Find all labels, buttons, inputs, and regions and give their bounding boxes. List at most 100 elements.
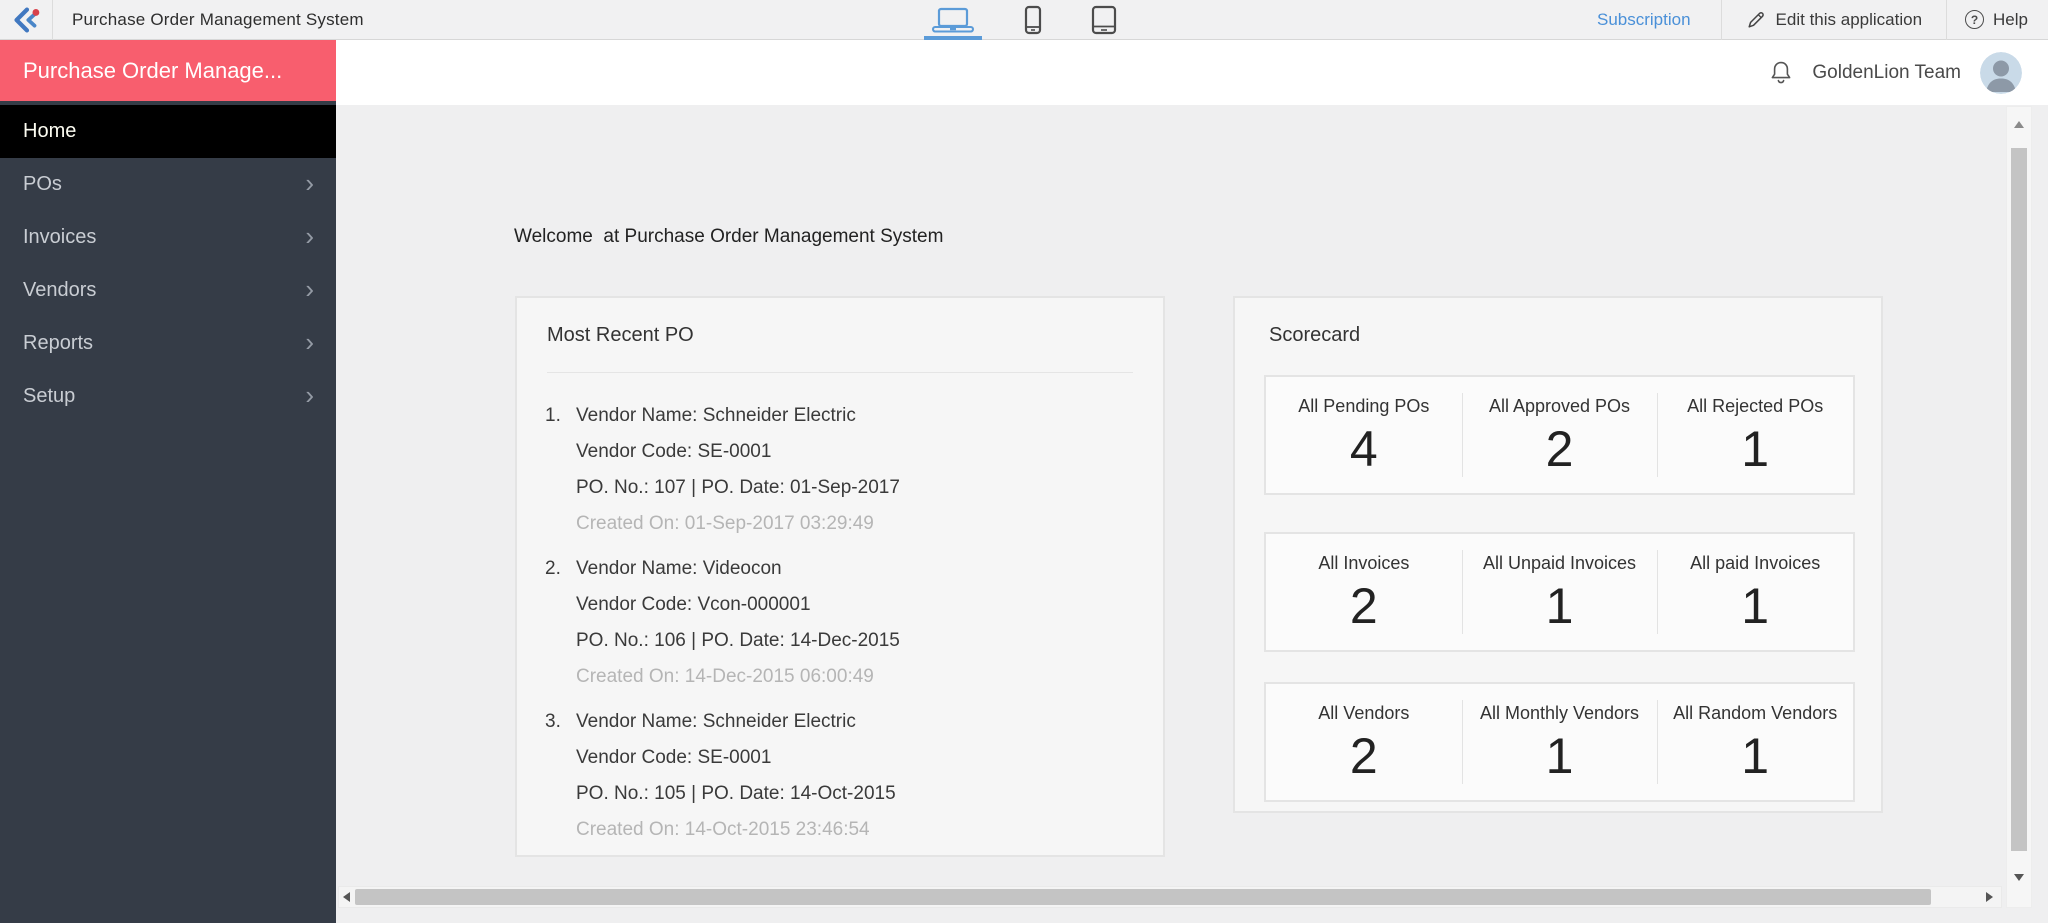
scorecard-row-pos: All Pending POs 4 All Approved POs 2 All…: [1264, 375, 1855, 495]
po-vendor-code: Vendor Code: SE-0001: [576, 441, 772, 462]
help-button[interactable]: ? Help: [1947, 10, 2048, 30]
vertical-scrollbar-thumb[interactable]: [2011, 148, 2027, 851]
topbar-actions: Subscription Edit this application ? Hel…: [1567, 0, 2048, 40]
po-vendor-name: Vendor Name: Videocon: [576, 558, 782, 579]
laptop-preview-button[interactable]: [922, 0, 984, 40]
chevron-right-icon: ›: [305, 167, 314, 198]
notification-bell-icon[interactable]: [1769, 59, 1793, 86]
card-divider: [547, 372, 1133, 373]
sidebar-item-pos[interactable]: POs ›: [0, 158, 336, 211]
po-entry-body: Vendor Name: Videocon Vendor Code: Vcon-…: [576, 551, 900, 695]
scorecard-value: 4: [1349, 421, 1378, 477]
sidebar-item-label: Home: [23, 120, 77, 142]
scorecard-label: All Monthly Vendors: [1479, 703, 1640, 723]
help-label: Help: [1993, 9, 2028, 29]
scorecard-cell: All Monthly Vendors 1: [1461, 684, 1658, 800]
pencil-icon: [1747, 11, 1764, 28]
po-entry-body: Vendor Name: Schneider Electric Vendor C…: [576, 704, 896, 848]
sidebar-item-home[interactable]: Home: [0, 105, 336, 158]
sidebar: Purchase Order Manage... Home POs › Invo…: [0, 40, 336, 923]
scorecard-title: Scorecard: [1269, 324, 1361, 346]
scorecard-cell: All Invoices 2: [1266, 534, 1462, 650]
scorecard-cell: All Pending POs 4: [1266, 377, 1462, 493]
chevron-right-icon: ›: [305, 326, 314, 357]
scorecard-row-invoices: All Invoices 2 All Unpaid Invoices 1 All…: [1264, 532, 1855, 652]
avatar[interactable]: [1980, 51, 2022, 94]
sidebar-item-label: POs: [23, 173, 62, 195]
scorecard-label: All Vendors: [1318, 703, 1410, 723]
scroll-left-icon[interactable]: [343, 892, 350, 902]
po-entry: 1. Vendor Name: Schneider Electric Vendo…: [545, 398, 1141, 542]
scorecard-value: 2: [1349, 728, 1378, 784]
po-entry-body: Vendor Name: Schneider Electric Vendor C…: [576, 398, 900, 542]
main-content: Welcome at Purchase Order Management Sys…: [336, 105, 2048, 923]
scorecard-label: All Random Vendors: [1673, 703, 1838, 723]
edit-application-button[interactable]: Edit this application: [1722, 10, 1946, 30]
tablet-preview-button[interactable]: [1082, 0, 1126, 40]
laptop-icon: [932, 7, 974, 33]
po-number-date: PO. No.: 107 | PO. Date: 01-Sep-2017: [576, 477, 900, 498]
scorecard-cell: All Rejected POs 1: [1657, 377, 1853, 493]
sidebar-item-invoices[interactable]: Invoices ›: [0, 211, 336, 264]
scorecard-cell: All Approved POs 2: [1461, 377, 1658, 493]
po-created-on: Created On: 14-Oct-2015 23:46:54: [576, 819, 870, 840]
scorecard-value: 1: [1741, 728, 1770, 784]
vertical-scrollbar[interactable]: [2006, 106, 2032, 908]
sidebar-item-label: Invoices: [23, 226, 97, 248]
active-device-underline: [924, 36, 982, 40]
scorecard-label: All Unpaid Invoices: [1482, 553, 1637, 573]
userbar: GoldenLion Team: [336, 40, 2048, 105]
po-vendor-name: Vendor Name: Schneider Electric: [576, 405, 856, 426]
sidebar-item-vendors[interactable]: Vendors ›: [0, 264, 336, 317]
help-icon: ?: [1965, 10, 1985, 29]
po-number-date: PO. No.: 105 | PO. Date: 14-Oct-2015: [576, 783, 896, 804]
device-preview-switcher: [922, 0, 1126, 40]
po-entry: 3. Vendor Name: Schneider Electric Vendo…: [545, 704, 1141, 848]
scorecard-value: 1: [1741, 421, 1770, 477]
scorecard-value: 2: [1545, 421, 1574, 477]
tablet-icon: [1091, 5, 1117, 35]
most-recent-po-title: Most Recent PO: [547, 324, 694, 346]
po-created-on: Created On: 14-Dec-2015 06:00:49: [576, 666, 874, 687]
po-vendor-code: Vendor Code: SE-0001: [576, 747, 772, 768]
help-icon-glyph: ?: [1970, 12, 1979, 27]
po-vendor-name: Vendor Name: Schneider Electric: [576, 711, 856, 732]
scroll-up-icon[interactable]: [2014, 121, 2024, 128]
po-entry-number: 3.: [545, 711, 561, 732]
horizontal-scrollbar-thumb[interactable]: [355, 889, 1931, 905]
scorecard-cell: All Random Vendors 1: [1657, 684, 1853, 800]
po-list: 1. Vendor Name: Schneider Electric Vendo…: [545, 398, 1141, 857]
chevron-right-icon: ›: [305, 273, 314, 304]
most-recent-po-card: Most Recent PO 1. Vendor Name: Schneider…: [515, 296, 1165, 857]
scroll-down-icon[interactable]: [2014, 874, 2024, 881]
scroll-right-icon[interactable]: [1986, 892, 1993, 902]
subscription-link[interactable]: Subscription: [1567, 10, 1721, 30]
scorecard-value: 1: [1741, 578, 1770, 634]
topbar-separator: [52, 0, 53, 40]
sidebar-item-label: Reports: [23, 332, 94, 354]
app-logo-icon[interactable]: [0, 0, 52, 40]
app-title: Purchase Order Management System: [72, 9, 364, 29]
scorecard-label: All paid Invoices: [1690, 553, 1821, 573]
edit-application-label: Edit this application: [1775, 9, 1923, 29]
account-name[interactable]: GoldenLion Team: [1812, 62, 1961, 84]
sidebar-item-reports[interactable]: Reports ›: [0, 317, 336, 370]
sidebar-app-name: Purchase Order Manage...: [0, 40, 336, 101]
po-entry-number: 2.: [545, 558, 561, 579]
scorecard-cell: All Unpaid Invoices 1: [1461, 534, 1658, 650]
scorecard-value: 1: [1545, 728, 1574, 784]
scorecard-cell: All Vendors 2: [1266, 684, 1462, 800]
scorecard-row-vendors: All Vendors 2 All Monthly Vendors 1 All …: [1264, 682, 1855, 802]
scorecard-value: 1: [1545, 578, 1574, 634]
horizontal-scrollbar[interactable]: [338, 886, 2002, 908]
chevron-right-icon: ›: [305, 220, 314, 251]
scorecard-card: Scorecard All Pending POs 4 All Approved…: [1233, 296, 1883, 813]
sidebar-item-setup[interactable]: Setup ›: [0, 370, 336, 423]
topbar: Purchase Order Management System Subscri…: [0, 0, 2048, 40]
scorecard-label: All Approved POs: [1488, 396, 1631, 416]
scorecard-label: All Rejected POs: [1687, 396, 1824, 416]
sidebar-item-label: Setup: [23, 385, 76, 407]
scorecard-value: 2: [1349, 578, 1378, 634]
phone-preview-button[interactable]: [1014, 0, 1052, 40]
welcome-text: Welcome at Purchase Order Management Sys…: [514, 226, 944, 247]
